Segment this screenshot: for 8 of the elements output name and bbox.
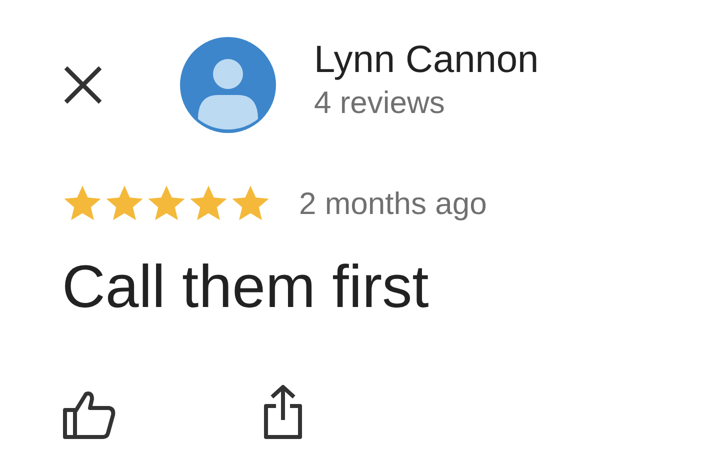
reviewer-name: Lynn Cannon — [314, 38, 539, 83]
share-icon[interactable] — [263, 384, 303, 440]
thumbs-up-icon[interactable] — [62, 390, 116, 440]
review-text: Call them first — [62, 252, 430, 322]
close-icon[interactable] — [62, 64, 104, 106]
avatar-icon — [180, 37, 276, 133]
review-count: 4 reviews — [314, 84, 446, 122]
review-time: 2 months ago — [299, 186, 487, 222]
